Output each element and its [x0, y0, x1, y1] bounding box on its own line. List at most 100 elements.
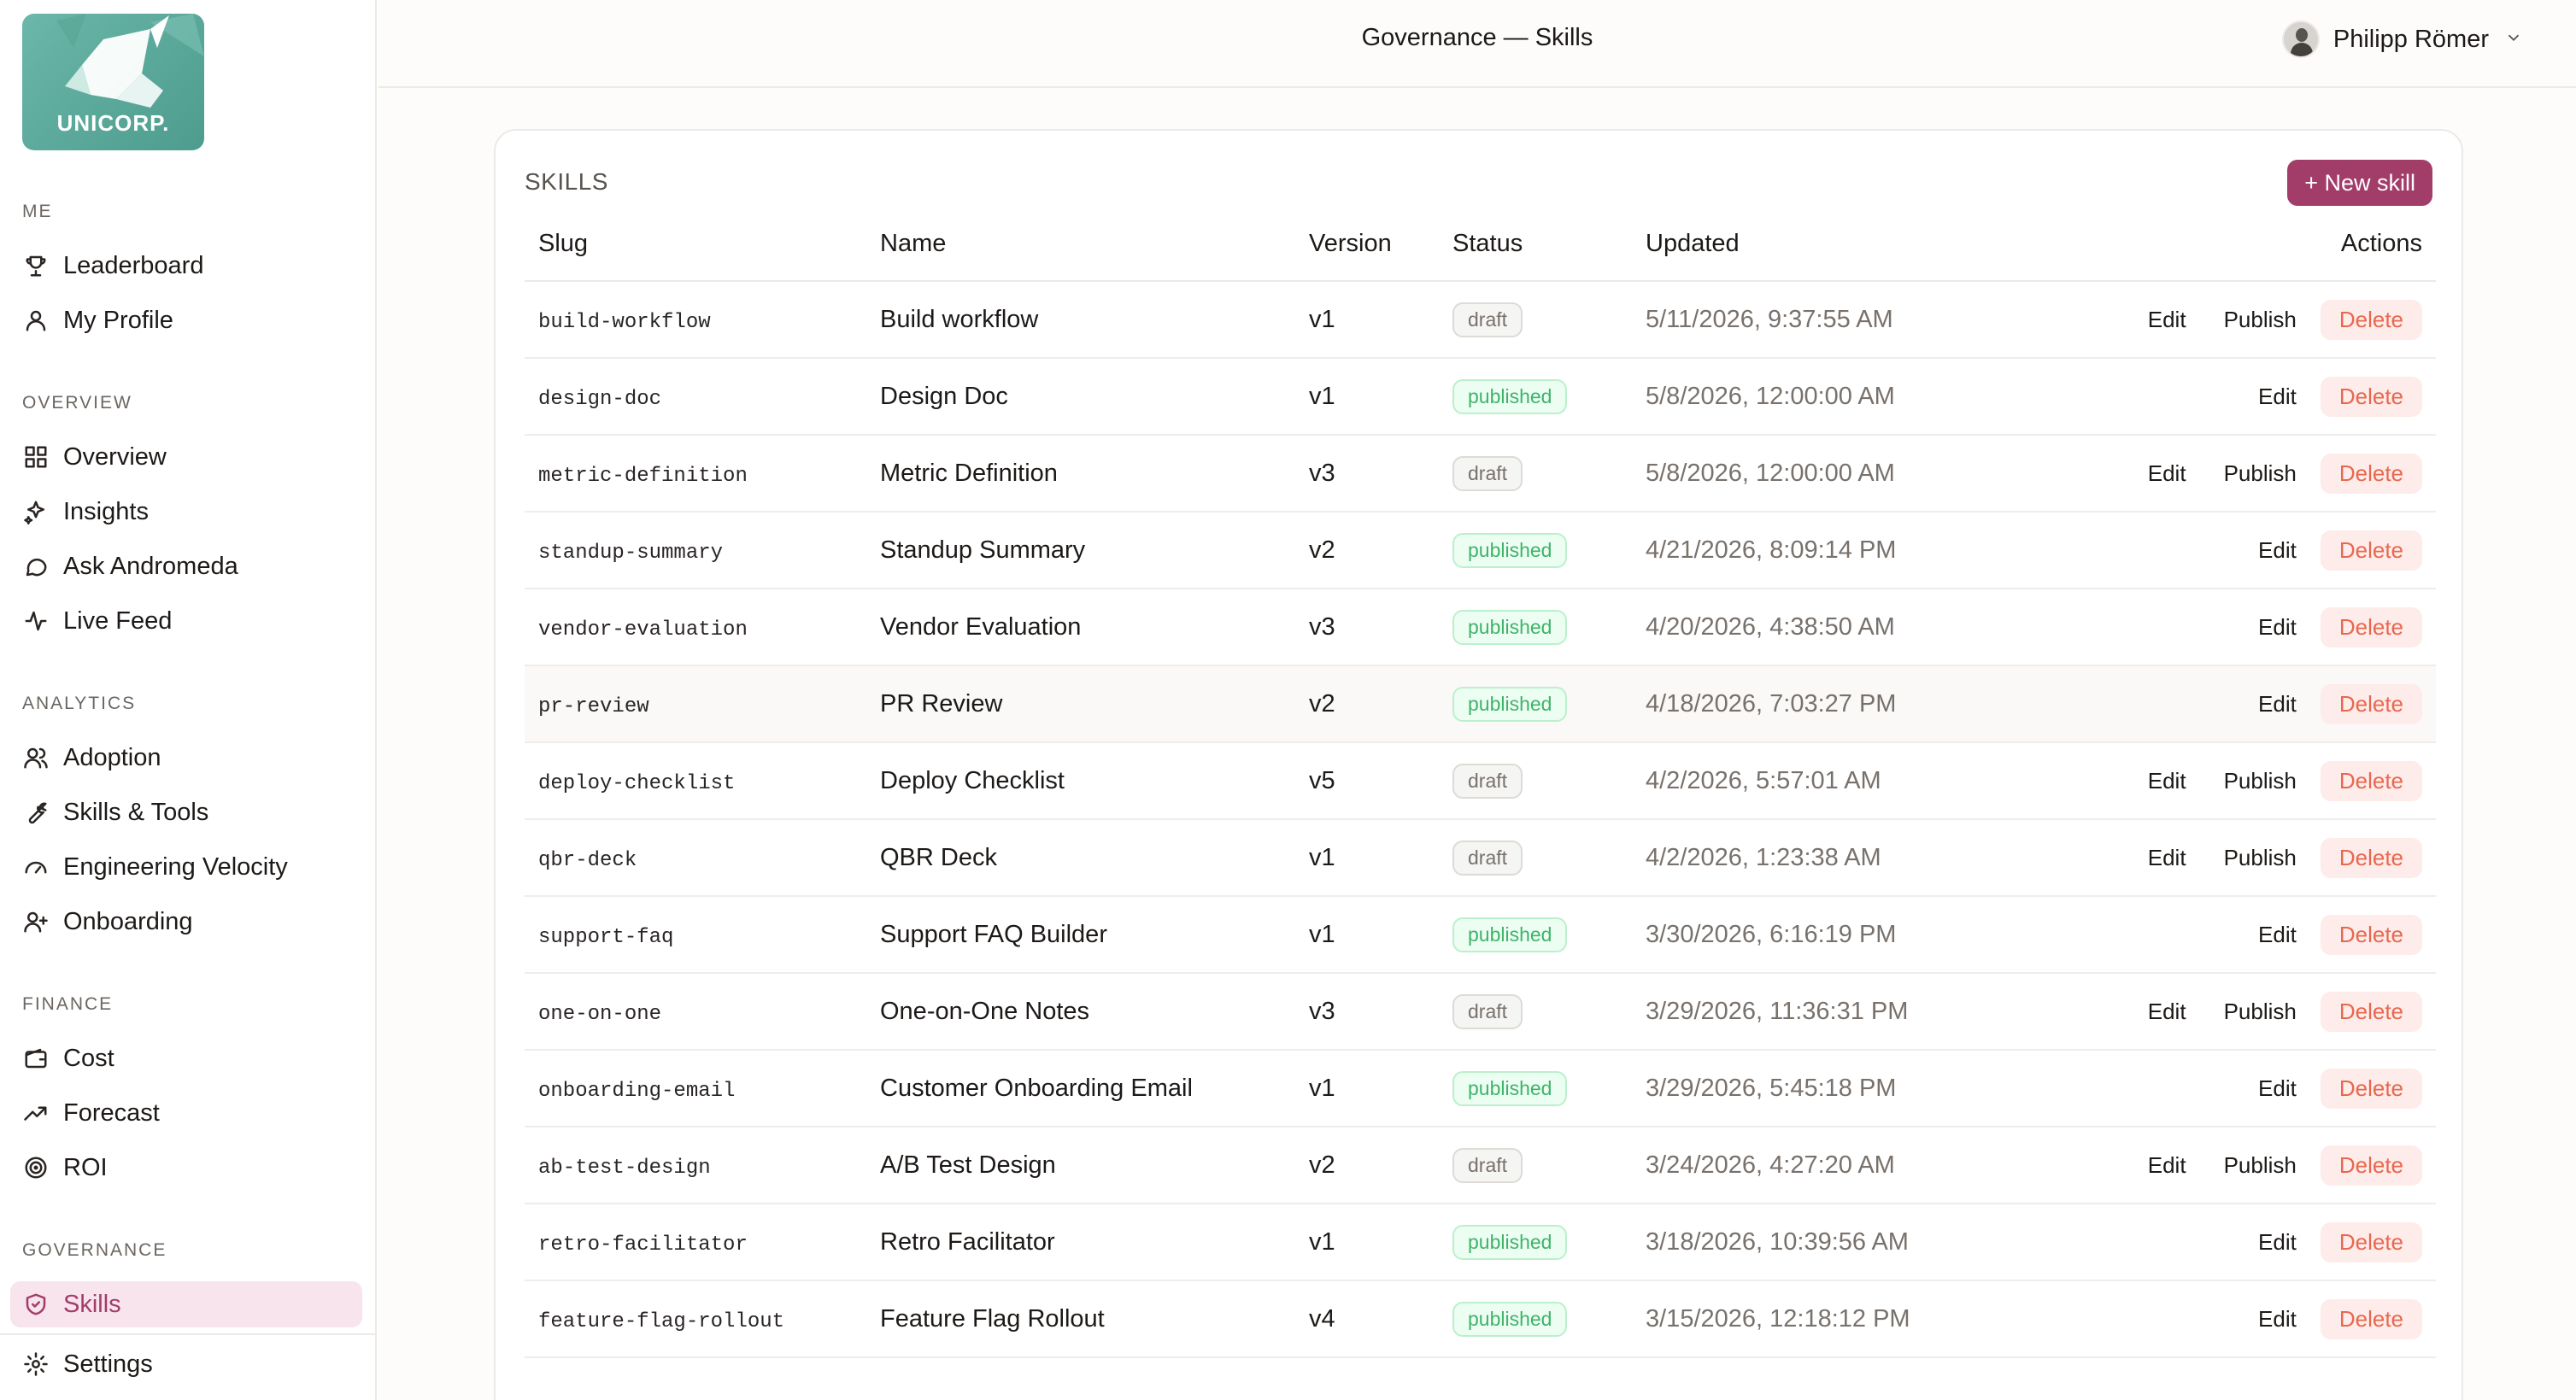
delete-button[interactable]: Delete [2320, 453, 2422, 494]
user-menu[interactable]: Philipp Römer [2281, 21, 2523, 58]
delete-button[interactable]: Delete [2320, 376, 2422, 417]
unicorp-logo[interactable]: UNICORP. [22, 14, 204, 150]
delete-button[interactable]: Delete [2320, 1221, 2422, 1262]
updated-timestamp: 5/8/2026, 12:00:00 AM [1646, 382, 1895, 410]
status-badge: published [1452, 609, 1568, 645]
skill-name: Metric Definition [880, 459, 1058, 487]
sidebar-item-skills[interactable]: Skills [10, 1281, 362, 1327]
new-skill-button[interactable]: + New skill [2287, 160, 2432, 206]
skill-name: Feature Flag Rollout [880, 1304, 1105, 1333]
grid-icon [22, 443, 50, 471]
delete-button[interactable]: Delete [2320, 991, 2422, 1032]
delete-button[interactable]: Delete [2320, 299, 2422, 340]
delete-button[interactable]: Delete [2320, 914, 2422, 955]
skill-slug: support-faq [538, 925, 674, 949]
sidebar-item-live-feed[interactable]: Live Feed [10, 598, 362, 644]
sidebar-item-label: ROI [63, 1153, 108, 1181]
updated-timestamp: 3/30/2026, 6:16:19 PM [1646, 920, 1897, 948]
activity-icon [22, 607, 50, 635]
table-row: feature-flag-rollout Feature Flag Rollout… [525, 1280, 2436, 1358]
edit-button[interactable]: Edit [2148, 999, 2186, 1025]
column-header-name[interactable]: Name [866, 208, 1295, 282]
skill-name: Design Doc [880, 382, 1008, 410]
edit-button[interactable]: Edit [2148, 845, 2186, 871]
edit-button[interactable]: Edit [2258, 1075, 2297, 1102]
sidebar-item-insights[interactable]: Insights [10, 489, 362, 535]
edit-button[interactable]: Edit [2258, 537, 2297, 564]
column-header-slug[interactable]: Slug [525, 208, 866, 282]
sidebar-item-label: Leaderboard [63, 251, 204, 279]
row-actions: Edit Delete [2042, 589, 2436, 666]
sidebar-item-my-profile[interactable]: My Profile [10, 297, 362, 343]
logo-text: UNICORP. [56, 110, 170, 136]
table-row: qbr-deck QBR Deck v1 draft 4/2/2026, 1:23:38… [525, 819, 2436, 897]
edit-button[interactable]: Edit [2258, 922, 2297, 948]
chat-bubble-icon [22, 553, 50, 580]
status-badge: draft [1452, 455, 1523, 491]
row-actions: Edit Publish Delete [2042, 819, 2436, 897]
trending-up-icon [22, 1099, 50, 1127]
column-header-version[interactable]: Version [1295, 208, 1439, 282]
sidebar-item-cost[interactable]: Cost [10, 1035, 362, 1081]
publish-button[interactable]: Publish [2224, 768, 2297, 794]
delete-button[interactable]: Delete [2320, 1298, 2422, 1339]
skill-name: PR Review [880, 689, 1003, 718]
sidebar-item-overview[interactable]: Overview [10, 434, 362, 480]
delete-button[interactable]: Delete [2320, 1068, 2422, 1109]
status-badge: published [1452, 917, 1568, 952]
skill-slug: onboarding-email [538, 1079, 736, 1103]
sidebar-item-skills-tools[interactable]: Skills & Tools [10, 789, 362, 835]
users-icon [22, 744, 50, 771]
publish-button[interactable]: Publish [2224, 307, 2297, 333]
skill-version: v1 [1309, 920, 1335, 948]
status-badge: draft [1452, 1147, 1523, 1183]
skill-slug: standup-summary [538, 541, 724, 565]
edit-button[interactable]: Edit [2148, 1152, 2186, 1179]
sidebar-item-ask-andromeda[interactable]: Ask Andromeda [10, 543, 362, 589]
skill-name: QBR Deck [880, 843, 997, 871]
status-badge: published [1452, 1301, 1568, 1337]
sidebar-item-adoption[interactable]: Adoption [10, 735, 362, 781]
edit-button[interactable]: Edit [2258, 384, 2297, 410]
sidebar-item-settings[interactable]: Settings [10, 1341, 362, 1387]
table-row: support-faq Support FAQ Builder v1 publishe… [525, 896, 2436, 974]
edit-button[interactable]: Edit [2258, 1229, 2297, 1256]
updated-timestamp: 3/15/2026, 12:18:12 PM [1646, 1304, 1910, 1333]
edit-button[interactable]: Edit [2258, 691, 2297, 718]
skill-version: v2 [1309, 1151, 1335, 1179]
delete-button[interactable]: Delete [2320, 606, 2422, 647]
table-row: standup-summary Standup Summary v2 publishe… [525, 512, 2436, 589]
sidebar-item-leaderboard[interactable]: Leaderboard [10, 243, 362, 289]
sidebar-item-label: Adoption [63, 743, 161, 771]
edit-button[interactable]: Edit [2148, 307, 2186, 333]
publish-button[interactable]: Publish [2224, 999, 2297, 1025]
edit-button[interactable]: Edit [2148, 768, 2186, 794]
status-badge: published [1452, 532, 1568, 568]
sidebar-item-onboarding[interactable]: Onboarding [10, 899, 362, 945]
delete-button[interactable]: Delete [2320, 530, 2422, 571]
column-header-updated[interactable]: Updated [1632, 208, 2042, 282]
sidebar-item-label: Insights [63, 497, 149, 525]
edit-button[interactable]: Edit [2258, 614, 2297, 641]
sidebar-item-forecast[interactable]: Forecast [10, 1090, 362, 1136]
skill-slug: build-workflow [538, 310, 711, 334]
delete-button[interactable]: Delete [2320, 1145, 2422, 1186]
column-header-status[interactable]: Status [1439, 208, 1632, 282]
sidebar-item-label: Engineering Velocity [63, 852, 288, 881]
delete-button[interactable]: Delete [2320, 837, 2422, 878]
skill-name: One-on-One Notes [880, 997, 1090, 1025]
sidebar-item-roi[interactable]: ROI [10, 1145, 362, 1191]
row-actions: Edit Delete [2042, 896, 2436, 974]
publish-button[interactable]: Publish [2224, 845, 2297, 871]
delete-button[interactable]: Delete [2320, 683, 2422, 724]
sidebar-item-engineering-velocity[interactable]: Engineering Velocity [10, 844, 362, 890]
edit-button[interactable]: Edit [2258, 1306, 2297, 1333]
delete-button[interactable]: Delete [2320, 760, 2422, 801]
publish-button[interactable]: Publish [2224, 460, 2297, 487]
edit-button[interactable]: Edit [2148, 460, 2186, 487]
skill-slug: ab-test-design [538, 1156, 711, 1180]
column-header-actions: Actions [2042, 208, 2436, 282]
publish-button[interactable]: Publish [2224, 1152, 2297, 1179]
status-badge: published [1452, 1070, 1568, 1106]
skill-version: v3 [1309, 612, 1335, 641]
